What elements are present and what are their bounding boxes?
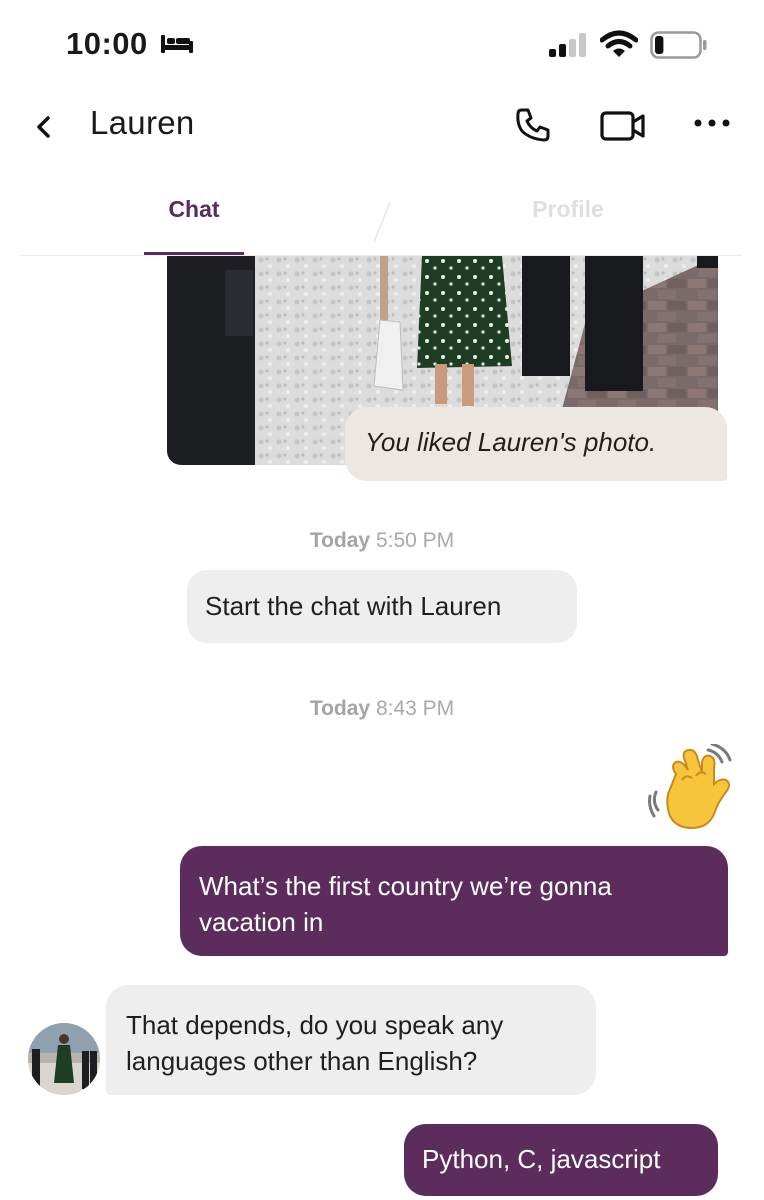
- tab-chat-label: Chat: [168, 196, 220, 222]
- tab-chat[interactable]: Chat: [144, 170, 244, 256]
- timestamp-time: 8:43 PM: [375, 697, 455, 720]
- avatar[interactable]: [28, 1023, 100, 1095]
- timestamp-day: Today: [309, 697, 371, 720]
- timestamp-time: 5:50 PM: [375, 529, 455, 552]
- start-chat-prompt[interactable]: Start the chat with Lauren: [187, 570, 577, 643]
- wifi-icon: [600, 30, 638, 57]
- sent-message[interactable]: Python, C, javascript: [404, 1124, 718, 1196]
- phone-icon[interactable]: [514, 106, 552, 144]
- tab-divider: [373, 201, 391, 243]
- chat-profile-tabs: Chat Profile: [0, 170, 764, 256]
- status-bar: 10:00: [0, 0, 764, 90]
- status-time: 10:00: [66, 26, 148, 61]
- chevron-left-icon[interactable]: [30, 112, 60, 142]
- more-horizontal-icon[interactable]: [693, 114, 731, 132]
- contact-name: Lauren: [90, 104, 195, 141]
- photo-like-note: You liked Lauren's photo.: [345, 407, 727, 481]
- tab-profile[interactable]: Profile: [518, 170, 618, 256]
- battery-low-icon: [650, 31, 707, 59]
- tab-bar-divider: [20, 255, 742, 256]
- bed-icon: [161, 35, 193, 53]
- chat-header: Lauren: [0, 90, 764, 160]
- sent-message[interactable]: What’s the first country we’re gonna vac…: [180, 846, 728, 956]
- timestamp-day: Today: [309, 529, 371, 552]
- message-timestamp: Today 5:50 PM: [0, 529, 764, 553]
- tab-profile-label: Profile: [532, 196, 604, 222]
- received-message[interactable]: That depends, do you speak any languages…: [106, 985, 596, 1095]
- avatar-image: [28, 1023, 100, 1095]
- waving-hand-emoji: [648, 744, 732, 830]
- message-timestamp: Today 8:43 PM: [0, 697, 764, 721]
- video-camera-icon[interactable]: [600, 108, 646, 144]
- cellular-signal-icon: [549, 33, 586, 57]
